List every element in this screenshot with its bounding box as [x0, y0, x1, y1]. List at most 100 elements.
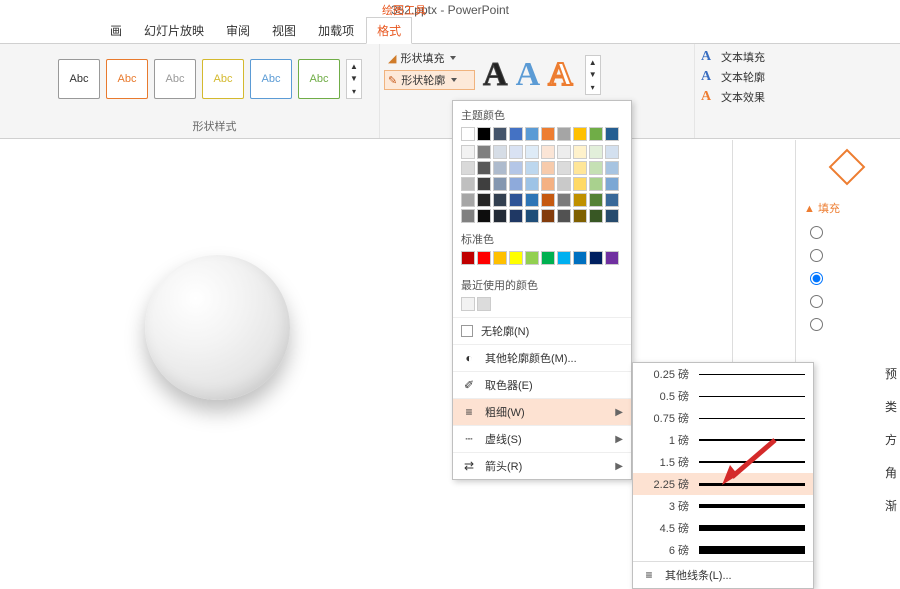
tab-review[interactable]: 审阅: [216, 18, 260, 43]
color-swatch[interactable]: [509, 177, 523, 191]
color-swatch[interactable]: [525, 161, 539, 175]
color-swatch[interactable]: [493, 193, 507, 207]
color-swatch[interactable]: [605, 193, 619, 207]
weight-option[interactable]: 3 磅: [633, 495, 813, 517]
color-swatch[interactable]: [461, 251, 475, 265]
fill-option-1[interactable]: [810, 226, 894, 239]
color-swatch[interactable]: [557, 161, 571, 175]
color-swatch[interactable]: [509, 251, 523, 265]
color-swatch[interactable]: [509, 193, 523, 207]
color-swatch[interactable]: [477, 127, 491, 141]
tab-view[interactable]: 视图: [262, 18, 306, 43]
color-swatch[interactable]: [605, 251, 619, 265]
color-swatch[interactable]: [573, 127, 587, 141]
color-swatch[interactable]: [525, 209, 539, 223]
fill-option-3[interactable]: [810, 272, 894, 285]
color-swatch[interactable]: [509, 127, 523, 141]
color-swatch[interactable]: [461, 161, 475, 175]
more-colors-item[interactable]: ◐ 其他轮廓颜色(M)...: [453, 344, 631, 371]
color-swatch[interactable]: [525, 127, 539, 141]
color-swatch[interactable]: [573, 177, 587, 191]
style-gallery-expand[interactable]: ▲▼▾: [346, 59, 362, 99]
color-swatch[interactable]: [541, 177, 555, 191]
weight-option[interactable]: 6 磅: [633, 539, 813, 561]
text-effect-button[interactable]: A 文本效果: [699, 88, 767, 106]
color-swatch[interactable]: [573, 251, 587, 265]
color-swatch[interactable]: [557, 209, 571, 223]
color-swatch[interactable]: [589, 127, 603, 141]
fill-option-2[interactable]: [810, 249, 894, 262]
format-pane-icon[interactable]: [829, 149, 866, 186]
color-swatch[interactable]: [557, 177, 571, 191]
color-swatch[interactable]: [541, 209, 555, 223]
color-swatch[interactable]: [525, 177, 539, 191]
wordart-preset-3[interactable]: A: [548, 56, 573, 94]
weight-option[interactable]: 1 磅: [633, 429, 813, 451]
shape-fill-button[interactable]: ◢ 形状填充: [384, 48, 475, 68]
color-swatch[interactable]: [589, 209, 603, 223]
style-preset-5[interactable]: Abc: [250, 59, 292, 99]
color-swatch[interactable]: [461, 127, 475, 141]
arrows-item[interactable]: ⇄ 箭头(R) ▶: [453, 452, 631, 479]
color-swatch[interactable]: [605, 161, 619, 175]
fill-option-4[interactable]: [810, 295, 894, 308]
weight-item[interactable]: ≡ 粗细(W) ▶: [453, 398, 631, 425]
color-swatch[interactable]: [477, 177, 491, 191]
color-swatch[interactable]: [573, 193, 587, 207]
color-swatch[interactable]: [477, 251, 491, 265]
color-swatch[interactable]: [541, 145, 555, 159]
color-swatch[interactable]: [525, 251, 539, 265]
color-swatch[interactable]: [493, 127, 507, 141]
color-swatch[interactable]: [589, 251, 603, 265]
style-preset-2[interactable]: Abc: [106, 59, 148, 99]
color-swatch[interactable]: [605, 127, 619, 141]
tab-picture[interactable]: 画: [100, 18, 132, 43]
color-swatch[interactable]: [605, 209, 619, 223]
wordart-gallery-expand[interactable]: ▲▼▾: [585, 55, 601, 95]
color-swatch[interactable]: [589, 177, 603, 191]
fill-option-5[interactable]: [810, 318, 894, 331]
weight-option[interactable]: 1.5 磅: [633, 451, 813, 473]
weight-option[interactable]: 0.75 磅: [633, 407, 813, 429]
wordart-preset-1[interactable]: A: [483, 56, 508, 94]
color-swatch[interactable]: [493, 209, 507, 223]
text-outline-button[interactable]: A 文本轮廓: [699, 68, 767, 86]
color-swatch[interactable]: [573, 145, 587, 159]
other-lines-item[interactable]: ≡其他线条(L)...: [633, 561, 813, 588]
color-swatch[interactable]: [589, 193, 603, 207]
color-swatch[interactable]: [461, 297, 475, 311]
color-swatch[interactable]: [509, 209, 523, 223]
color-swatch[interactable]: [493, 145, 507, 159]
color-swatch[interactable]: [573, 161, 587, 175]
color-swatch[interactable]: [493, 161, 507, 175]
wordart-preset-2[interactable]: A: [516, 56, 541, 94]
color-swatch[interactable]: [589, 161, 603, 175]
color-swatch[interactable]: [605, 177, 619, 191]
color-swatch[interactable]: [541, 161, 555, 175]
color-swatch[interactable]: [461, 145, 475, 159]
color-swatch[interactable]: [477, 209, 491, 223]
style-preset-6[interactable]: Abc: [298, 59, 340, 99]
shape-circle[interactable]: [145, 255, 290, 400]
color-swatch[interactable]: [461, 193, 475, 207]
style-preset-3[interactable]: Abc: [154, 59, 196, 99]
eyedropper-item[interactable]: ✐ 取色器(E): [453, 371, 631, 398]
weight-option[interactable]: 0.25 磅: [633, 363, 813, 385]
color-swatch[interactable]: [509, 161, 523, 175]
no-outline-item[interactable]: 无轮廓(N): [453, 317, 631, 344]
color-swatch[interactable]: [557, 145, 571, 159]
color-swatch[interactable]: [525, 145, 539, 159]
color-swatch[interactable]: [557, 251, 571, 265]
dashes-item[interactable]: ┄ 虚线(S) ▶: [453, 425, 631, 452]
weight-option[interactable]: 0.5 磅: [633, 385, 813, 407]
color-swatch[interactable]: [509, 145, 523, 159]
color-swatch[interactable]: [477, 193, 491, 207]
tab-format[interactable]: 格式: [366, 17, 412, 44]
tab-addins[interactable]: 加载项: [308, 18, 364, 43]
color-swatch[interactable]: [477, 145, 491, 159]
color-swatch[interactable]: [477, 161, 491, 175]
color-swatch[interactable]: [541, 193, 555, 207]
color-swatch[interactable]: [461, 209, 475, 223]
color-swatch[interactable]: [493, 251, 507, 265]
color-swatch[interactable]: [589, 145, 603, 159]
